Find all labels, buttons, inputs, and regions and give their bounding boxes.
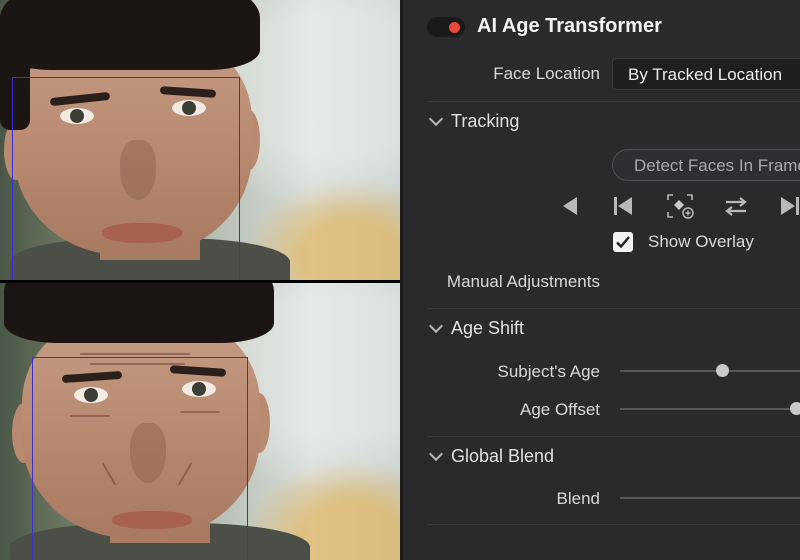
chevron-down-icon [428,446,444,462]
blend-label: Blend [556,489,600,508]
section-divider [427,308,800,309]
face-location-dropdown[interactable]: By Tracked Location [612,58,800,90]
section-divider [427,101,800,102]
app-window: AI Age Transformer Face Location By Trac… [0,0,800,560]
age-shift-section-header[interactable]: Age Shift [428,318,525,339]
age-offset-slider[interactable] [620,402,800,415]
subjects-age-slider[interactable] [620,364,800,377]
face-location-value: By Tracked Location [628,65,783,84]
effect-title: AI Age Transformer [477,15,662,37]
chevron-down-icon [428,318,444,334]
swap-direction-icon[interactable] [721,192,751,220]
slider-handle[interactable] [716,364,730,377]
slider-handle[interactable] [790,402,800,415]
show-overlay-label: Show Overlay [648,232,754,251]
effect-enable-toggle[interactable] [427,17,465,37]
face-location-label: Face Location [493,64,600,83]
face-tracking-box[interactable] [32,357,248,560]
enabled-indicator-dot [449,22,460,33]
video-viewer[interactable] [0,0,400,560]
face-tracking-box[interactable] [12,77,240,280]
frame-original[interactable] [0,0,400,280]
checkmark-icon [616,236,630,249]
show-overlay-checkbox[interactable] [613,232,633,252]
global-blend-section-header[interactable]: Global Blend [428,446,555,467]
go-to-start-icon[interactable] [608,192,638,220]
frame-aged[interactable] [0,283,400,560]
section-divider [427,436,800,437]
age-shift-section-title: Age Shift [451,318,525,338]
detect-faces-button[interactable]: Detect Faces In Frame [612,149,800,181]
detect-faces-label: Detect Faces In Frame [634,156,800,175]
play-forward-icon[interactable] [775,192,800,220]
subjects-age-label: Subject's Age [497,362,600,381]
chevron-down-icon [428,111,444,127]
blend-slider[interactable] [620,497,800,499]
age-offset-label: Age Offset [519,400,600,419]
tracking-section-header[interactable]: Tracking [428,111,520,132]
tracking-section-title: Tracking [451,111,520,131]
global-blend-section-title: Global Blend [451,446,555,466]
add-face-icon[interactable] [665,192,695,220]
section-divider [427,524,800,525]
manual-adjustments-label: Manual Adjustments [446,272,600,291]
inspector-panel: AI Age Transformer Face Location By Trac… [403,0,800,560]
step-back-icon[interactable] [555,192,585,220]
